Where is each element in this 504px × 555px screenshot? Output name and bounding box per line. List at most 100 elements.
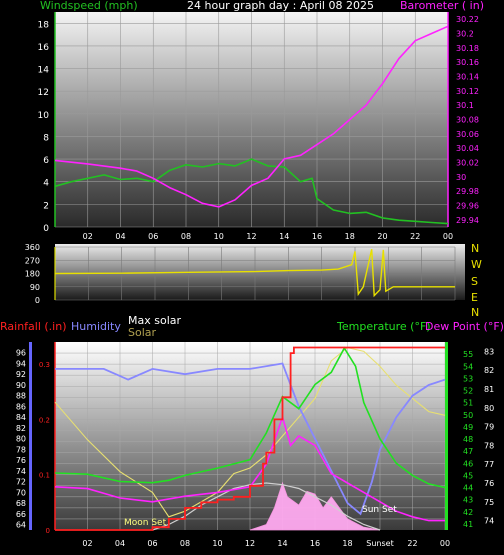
temperature-tick-label: 47 bbox=[463, 447, 473, 456]
barometer-tick-label: 30.08 bbox=[456, 116, 479, 125]
x-tick-label: 22 bbox=[410, 232, 420, 241]
temperature-tick-label: 54 bbox=[463, 362, 473, 371]
direction-tick-label: 360 bbox=[25, 243, 40, 252]
barometer-tick-label: 29.96 bbox=[456, 202, 479, 211]
compass-label-2: S bbox=[471, 275, 478, 288]
humidity-tick-label: 74 bbox=[16, 467, 26, 476]
sun-set-label: Sun Set bbox=[362, 505, 397, 515]
humidity-tick-label: 64 bbox=[16, 521, 26, 530]
windspeed-tick-label: 4 bbox=[43, 179, 49, 189]
weather-graphs: 02468101214161829.9429.9629.983030.0230.… bbox=[0, 0, 504, 548]
dewpoint-tick-label: 74 bbox=[484, 517, 494, 526]
dewpoint-tick-label: 82 bbox=[484, 366, 494, 375]
humidity-tick-label: 66 bbox=[16, 510, 26, 519]
moon-set-label: Moon Set bbox=[124, 518, 167, 528]
dewpoint-tick-label: 81 bbox=[484, 385, 494, 394]
dewpoint-axis-title: Dew Point (°F) bbox=[425, 320, 504, 333]
windspeed-tick-label: 2 bbox=[43, 201, 49, 211]
temperature-tick-label: 45 bbox=[463, 471, 473, 480]
humidity-tick-label: 68 bbox=[16, 499, 26, 508]
x-tick-label: 08 bbox=[181, 232, 191, 241]
temperature-tick-label: 53 bbox=[463, 374, 473, 383]
humidity-axis-title: Humidity bbox=[71, 320, 121, 333]
windspeed-tick-label: 12 bbox=[38, 88, 49, 98]
dewpoint-tick-label: 76 bbox=[484, 479, 494, 488]
compass-label-0: N bbox=[471, 242, 479, 255]
barometer-tick-label: 30.12 bbox=[456, 87, 479, 96]
temperature-tick-label: 44 bbox=[463, 484, 473, 493]
barometer-tick-label: 30.14 bbox=[456, 73, 479, 82]
temperature-tick-label: 48 bbox=[463, 435, 473, 444]
temperature-tick-label: 43 bbox=[463, 496, 473, 505]
barometer-tick-label: 30.1 bbox=[456, 101, 474, 110]
x-tick-label: 12 bbox=[246, 232, 256, 241]
x-tick-label: 18 bbox=[345, 232, 355, 241]
rain-tick-label: 0 bbox=[46, 527, 50, 535]
temperature-axis-title: Temperature (°F) bbox=[336, 320, 431, 333]
dewpoint-tick-label: 77 bbox=[484, 460, 494, 469]
x-tick-label: 16 bbox=[312, 232, 322, 241]
x-tick-label: 12 bbox=[245, 539, 255, 548]
windspeed-axis-title: Windspeed (mph) bbox=[40, 0, 138, 12]
sunset-tick-label: Sunset bbox=[366, 539, 393, 548]
temperature-tick-label: 42 bbox=[463, 508, 473, 517]
windspeed-tick-label: 0 bbox=[43, 224, 49, 234]
humidity-tick-label: 96 bbox=[16, 349, 26, 358]
humidity-axis-bar bbox=[29, 342, 32, 530]
direction-tick-label: 0 bbox=[35, 296, 40, 305]
humidity-tick-label: 76 bbox=[16, 456, 26, 465]
temperature-axis-bar bbox=[445, 342, 448, 530]
humidity-tick-label: 92 bbox=[16, 370, 26, 379]
x-tick-label: 06 bbox=[148, 232, 158, 241]
windspeed-tick-label: 16 bbox=[38, 43, 50, 53]
windspeed-tick-label: 8 bbox=[43, 133, 49, 143]
rain-tick-label: 0.1 bbox=[39, 472, 50, 480]
direction-tick-label: 270 bbox=[25, 256, 40, 265]
x-tick-label: 06 bbox=[147, 539, 157, 548]
dewpoint-tick-label: 80 bbox=[484, 404, 494, 413]
x-tick-label: 04 bbox=[115, 539, 125, 548]
barometer-tick-label: 30.06 bbox=[456, 130, 479, 139]
temperature-tick-label: 50 bbox=[463, 411, 473, 420]
barometer-tick-label: 30 bbox=[456, 173, 466, 182]
direction-tick-label: 90 bbox=[30, 283, 40, 292]
barometer-axis-title: Barometer ( in) bbox=[400, 0, 484, 12]
x-tick-label: 18 bbox=[342, 539, 352, 548]
barometer-tick-label: 30.18 bbox=[456, 44, 479, 53]
dewpoint-tick-label: 75 bbox=[484, 498, 494, 507]
compass-label-1: W bbox=[471, 258, 482, 271]
x-tick-label: 00 bbox=[440, 539, 450, 548]
humidity-tick-label: 88 bbox=[16, 392, 26, 401]
temperature-tick-label: 41 bbox=[463, 520, 473, 529]
x-tick-label: 00 bbox=[443, 232, 453, 241]
humidity-tick-label: 84 bbox=[16, 413, 26, 422]
chart-title: 24 hour graph day : April 08 2025 bbox=[187, 0, 374, 12]
humidity-tick-label: 72 bbox=[16, 478, 26, 487]
barometer-tick-label: 30.2 bbox=[456, 30, 474, 39]
weather-graph-page: 0 2 4 6 8 10 12 14 16 18 29.94 29.96 29.98 30 30.02 30.… bbox=[0, 0, 504, 555]
rainfall-axis-title: Rainfall (.in) bbox=[0, 320, 67, 333]
x-tick-label: 08 bbox=[180, 539, 190, 548]
temperature-tick-label: 52 bbox=[463, 387, 473, 396]
x-tick-label: 20 bbox=[377, 232, 387, 241]
x-tick-label: 02 bbox=[83, 232, 93, 241]
humidity-tick-label: 78 bbox=[16, 445, 26, 454]
barometer-tick-label: 30.22 bbox=[456, 15, 479, 24]
temperature-tick-label: 46 bbox=[463, 459, 473, 468]
x-tick-label: 10 bbox=[214, 232, 224, 241]
x-tick-label: 02 bbox=[82, 539, 92, 548]
humidity-tick-label: 90 bbox=[16, 381, 26, 390]
barometer-tick-label: 30.16 bbox=[456, 58, 479, 67]
x-tick-label: 10 bbox=[212, 539, 222, 548]
barometer-tick-label: 29.94 bbox=[456, 216, 479, 225]
dewpoint-tick-label: 79 bbox=[484, 423, 494, 432]
barometer-tick-label: 30.02 bbox=[456, 159, 479, 168]
humidity-tick-label: 82 bbox=[16, 424, 26, 433]
windspeed-tick-label: 10 bbox=[38, 111, 50, 121]
humidity-tick-label: 70 bbox=[16, 488, 26, 497]
x-tick-label: 04 bbox=[115, 232, 125, 241]
temperature-tick-label: 55 bbox=[463, 350, 473, 359]
windspeed-tick-label: 6 bbox=[43, 156, 49, 166]
x-tick-label: 22 bbox=[407, 539, 417, 548]
solar-legend: Solar bbox=[128, 326, 157, 339]
